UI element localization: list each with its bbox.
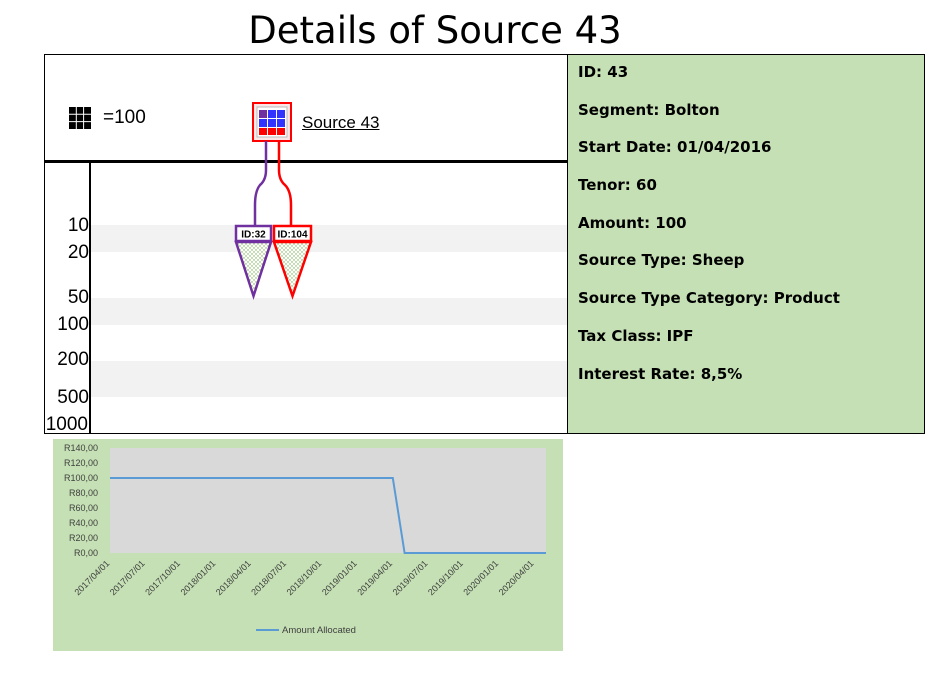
y-tick-label: 1000 bbox=[45, 414, 88, 434]
x-tick-label: 2018/04/01 bbox=[214, 558, 253, 597]
x-tick-label: 2020/01/01 bbox=[461, 558, 500, 597]
y-tick-label: 200 bbox=[57, 349, 89, 370]
y-tick-label: R40,00 bbox=[69, 518, 98, 528]
x-tick-label: 2018/07/01 bbox=[249, 558, 288, 597]
detail-id: ID: 43 bbox=[578, 63, 629, 81]
allocation-diagram: ID:32 ID:104 =100 Source 43 10 20 50 100… bbox=[44, 54, 568, 434]
band-50-100 bbox=[90, 298, 567, 325]
y-tick-label: 50 bbox=[67, 287, 89, 308]
y-tick-label: R0,00 bbox=[74, 548, 98, 558]
x-tick-label: 2019/10/01 bbox=[426, 558, 465, 597]
allocation-104-id-label: ID:104 bbox=[277, 230, 307, 241]
source-box-icon[interactable] bbox=[252, 102, 292, 142]
source-link[interactable]: Source 43 bbox=[302, 113, 380, 133]
y-tick-label: R100,00 bbox=[64, 473, 98, 483]
y-tick-label: 500 bbox=[57, 387, 89, 408]
band-10-20 bbox=[90, 225, 567, 252]
allocation-104-marker[interactable]: ID:104 bbox=[272, 224, 313, 300]
detail-segment: Segment: Bolton bbox=[578, 100, 720, 119]
header-divider bbox=[45, 160, 567, 163]
scale-grid-icon bbox=[69, 107, 91, 129]
x-tick-label: 2019/04/01 bbox=[355, 558, 394, 597]
legend-label: Amount Allocated bbox=[282, 625, 356, 636]
x-tick-label: 2017/10/01 bbox=[143, 558, 182, 597]
amount-allocated-chart: R0,00 R20,00 R40,00 R60,00 R80,00 R100,00 R120… bbox=[53, 439, 563, 651]
y-tick-label: 10 bbox=[67, 215, 89, 236]
y-tick-label: R80,00 bbox=[69, 488, 98, 498]
y-tick-label: 20 bbox=[67, 242, 89, 263]
x-tick-label: 2018/10/01 bbox=[285, 558, 324, 597]
x-tick-label: 2017/07/01 bbox=[108, 558, 147, 597]
y-tick-label: 100 bbox=[57, 314, 89, 335]
y-tick-label: R20,00 bbox=[69, 533, 98, 543]
details-panel: ID: 43 Segment: Bolton Start Date: 01/04… bbox=[567, 54, 925, 434]
x-tick-label: 2020/04/01 bbox=[497, 558, 536, 597]
detail-interest-rate: Interest Rate: 8,5% bbox=[578, 364, 743, 383]
y-tick-label: R60,00 bbox=[69, 503, 98, 513]
detail-start-date: Start Date: 01/04/2016 bbox=[578, 138, 772, 157]
allocation-104-connector bbox=[277, 141, 293, 227]
x-tick-label: 2019/01/01 bbox=[320, 558, 359, 597]
x-tick-label: 2018/01/01 bbox=[179, 558, 218, 597]
allocation-32-id-label: ID:32 bbox=[241, 230, 266, 241]
detail-amount: Amount: 100 bbox=[578, 213, 687, 232]
x-tick-label: 2019/07/01 bbox=[391, 558, 430, 597]
page-title: Details of Source 43 bbox=[248, 9, 622, 52]
detail-tax-class: Tax Class: IPF bbox=[578, 326, 694, 345]
allocation-32-marker[interactable]: ID:32 bbox=[234, 224, 273, 301]
detail-source-type-category: Source Type Category: Product bbox=[578, 289, 840, 308]
detail-source-type: Source Type: Sheep bbox=[578, 251, 745, 270]
allocation-32-connector bbox=[253, 141, 268, 227]
detail-tenor: Tenor: 60 bbox=[578, 176, 657, 195]
y-tick-label: R140,00 bbox=[64, 443, 98, 453]
plot-area bbox=[110, 448, 546, 553]
line-chart-canvas: R0,00 R20,00 R40,00 R60,00 R80,00 R100,00 R120… bbox=[64, 443, 546, 636]
y-tick-label: R120,00 bbox=[64, 458, 98, 468]
band-200-500 bbox=[90, 361, 567, 397]
scale-legend-label: =100 bbox=[103, 107, 146, 128]
x-tick-label: 2017/04/01 bbox=[72, 558, 111, 597]
